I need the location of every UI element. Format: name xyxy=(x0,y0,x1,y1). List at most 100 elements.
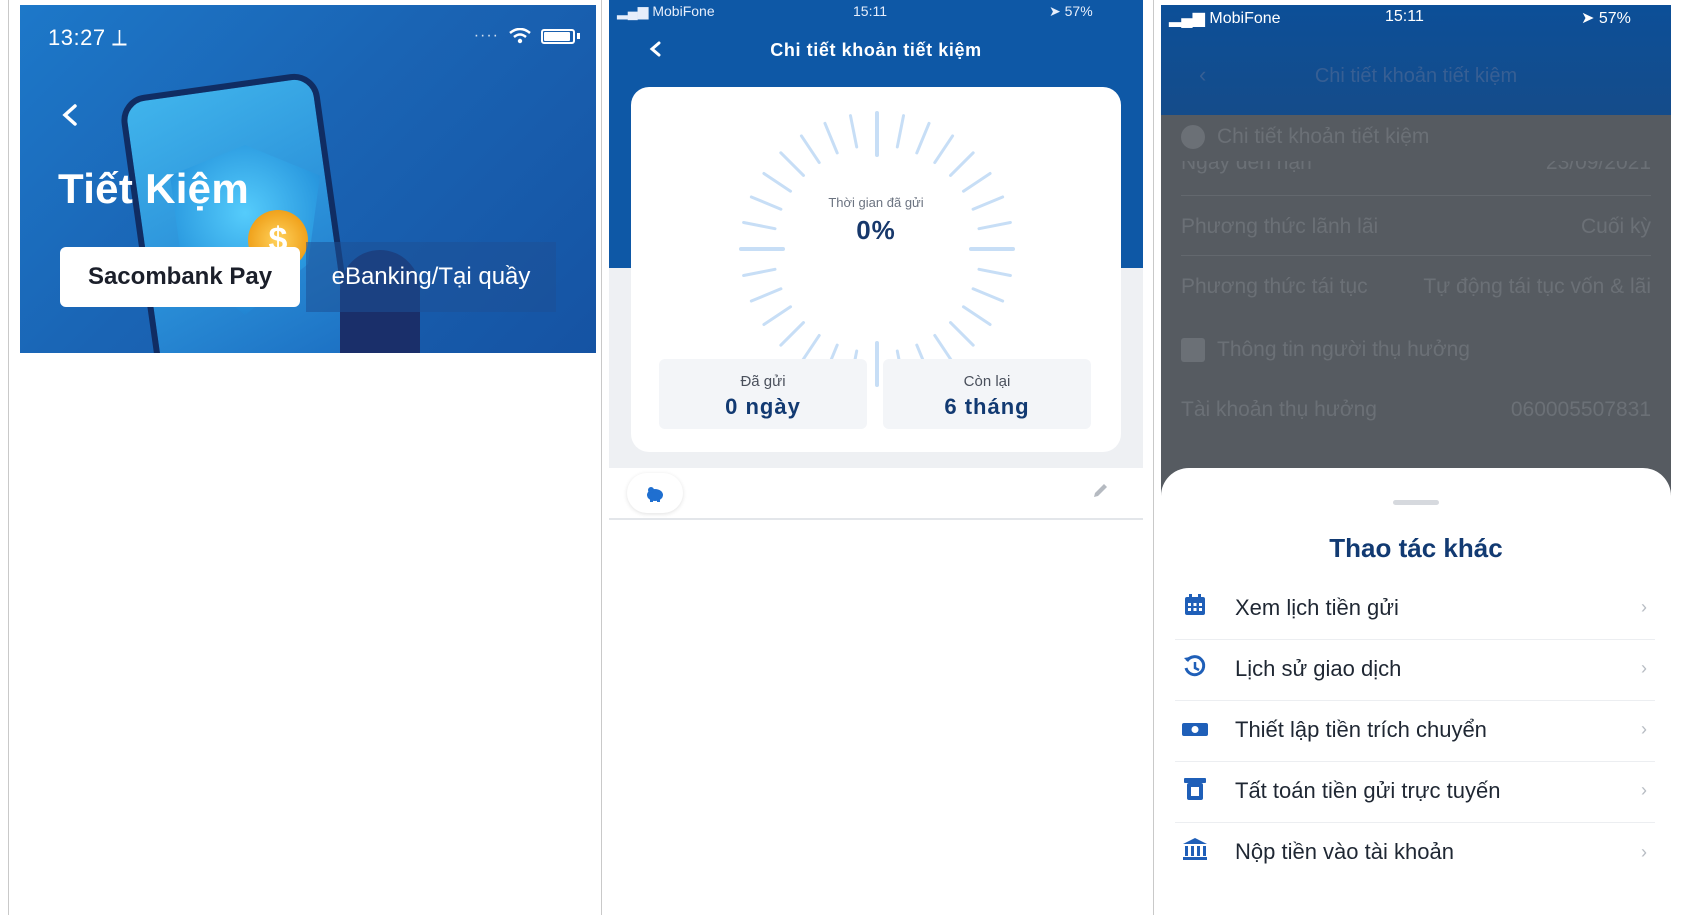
row-label: Tài khoản thụ hưởng xyxy=(1181,398,1377,421)
row-value: Tự động tái tục vốn & lãi xyxy=(1423,275,1651,298)
status-carrier: ▂▄▆ MobiFone xyxy=(617,3,715,20)
divider xyxy=(601,0,602,915)
menu-item-transfer-setup[interactable]: Thiết lập tiền trích chuyển › xyxy=(1175,698,1655,762)
money-transfer-icon xyxy=(1175,715,1215,745)
row-label: Ngày đến hạn xyxy=(1181,161,1312,174)
info-icon xyxy=(1181,125,1205,150)
progress-card: Thời gian đã gửi 0% Đã gửi 0 ngày Còn lạ… xyxy=(631,87,1121,452)
carrier-name: MobiFone xyxy=(652,3,715,19)
progress-tick xyxy=(961,171,992,193)
stat-value: 6 tháng xyxy=(944,394,1030,419)
menu-item-transaction-history[interactable]: Lịch sử giao dịch › xyxy=(1175,637,1655,701)
progress-tick xyxy=(762,171,793,193)
settle-deposit-icon xyxy=(1175,776,1215,806)
progress-tick xyxy=(779,321,805,347)
location-icon: ➤ xyxy=(1581,10,1595,27)
piggy-bank-icon xyxy=(647,487,663,503)
deposit-progress-ring xyxy=(739,111,1015,387)
signal-icon: ▂▄▆ xyxy=(617,3,649,19)
channel-tabs: Sacombank Pay eBanking/Tại quầy xyxy=(60,242,556,312)
stat-value: 0 ngày xyxy=(725,394,801,419)
menu-item-deposit-to-account[interactable]: Nộp tiền vào tài khoản › xyxy=(1175,820,1655,884)
battery-percent: 57% xyxy=(1598,10,1631,27)
id-card-icon xyxy=(1181,338,1205,363)
piggy-bank-button[interactable] xyxy=(627,473,683,513)
stat-label: Còn lại xyxy=(963,373,1011,390)
savings-detail-screen: ▂▄▆ MobiFone 15:11 ➤ 57% Chi tiết khoản … xyxy=(609,0,1143,915)
screen-title: Chi tiết khoản tiết kiệm xyxy=(1314,65,1518,87)
progress-tick xyxy=(895,114,906,149)
chevron-right-icon: › xyxy=(1641,780,1647,800)
divider xyxy=(1181,195,1651,196)
menu-label: Nộp tiền vào tài khoản xyxy=(1235,839,1454,864)
detail-row: Ngày đến hạn 23/09/2021 xyxy=(1181,161,1651,183)
row-label: Phương thức tái tục xyxy=(1181,275,1368,298)
status-time: 13:27 ⟂ xyxy=(48,25,128,50)
progress-tick xyxy=(977,267,1012,278)
stat-deposited: Đã gửi 0 ngày xyxy=(659,359,867,429)
signal-icon: ···· xyxy=(473,27,499,44)
row-value: 060005507831 xyxy=(1510,398,1651,421)
tab-sacombank-pay[interactable]: Sacombank Pay xyxy=(60,247,300,307)
chevron-right-icon: › xyxy=(1641,719,1647,739)
status-battery: ➤ 57% xyxy=(1581,8,1631,28)
savings-home-screen: 13:27 ⟂ ···· $ Tiết Kiệm Sacombank Pay e… xyxy=(20,5,596,353)
row-label: Chi tiết khoản tiết kiệm xyxy=(1217,125,1430,148)
screen-title: Chi tiết khoản tiết kiệm xyxy=(770,40,982,60)
sheet-title: Thao tác khác xyxy=(1329,533,1503,563)
account-bar xyxy=(609,468,1143,520)
row-value: 23/09/2021 xyxy=(1545,161,1651,174)
progress-tick xyxy=(823,121,839,155)
menu-label: Thiết lập tiền trích chuyển xyxy=(1235,716,1487,742)
more-actions-sheet: Thao tác khác Xem lịch tiền gửi › Lịch s… xyxy=(1161,468,1671,915)
battery-icon xyxy=(541,28,575,44)
menu-item-deposit-schedule[interactable]: Xem lịch tiền gửi › xyxy=(1175,576,1655,640)
history-icon xyxy=(1175,654,1215,684)
tab-ebanking-counter[interactable]: eBanking/Tại quầy xyxy=(306,242,556,312)
status-time: 15:11 xyxy=(853,3,887,19)
divider xyxy=(8,0,9,915)
progress-tick xyxy=(949,321,975,347)
status-indicators: ···· xyxy=(474,27,580,45)
battery-percent: 57% xyxy=(1064,3,1093,19)
back-button[interactable] xyxy=(62,100,78,134)
progress-tick xyxy=(762,305,793,327)
more-actions-screen: ▂▄▆ MobiFone 15:11 ➤ 57% ‹ Chi tiết khoả… xyxy=(1161,5,1671,915)
chevron-right-icon: › xyxy=(1641,841,1647,862)
status-time: 15:11 xyxy=(1385,8,1424,25)
progress-tick xyxy=(949,151,975,177)
chevron-right-icon: › xyxy=(1641,597,1647,617)
detail-row: Phương thức lãnh lãi Cuối kỳ xyxy=(1181,215,1651,239)
edit-button[interactable] xyxy=(1091,482,1109,505)
row-value: Cuối kỳ xyxy=(1580,215,1651,238)
progress-tick xyxy=(742,267,777,278)
menu-label: Tất toán tiền gửi trực tuyến xyxy=(1235,777,1501,803)
battery-cap xyxy=(577,33,580,39)
row-label: Thông tin người thụ hưởng xyxy=(1217,338,1470,361)
menu-label: Xem lịch tiền gửi xyxy=(1235,594,1399,620)
chevron-left-icon xyxy=(62,104,77,126)
stat-label: Đã gửi xyxy=(740,373,786,390)
menu-item-online-settlement[interactable]: Tất toán tiền gửi trực tuyến › xyxy=(1175,759,1655,823)
section-header: Thông tin người thụ hưởng xyxy=(1181,338,1651,363)
calendar-icon xyxy=(1175,593,1215,623)
wifi-icon xyxy=(509,28,531,44)
progress-tick xyxy=(749,287,783,303)
progress-tick xyxy=(971,287,1005,303)
carrier-name: MobiFone xyxy=(1209,10,1281,27)
location-icon: ➤ xyxy=(1049,3,1061,19)
progress-value: 0% xyxy=(856,215,896,245)
progress-tick xyxy=(799,134,821,165)
stat-remaining: Còn lại 6 tháng xyxy=(883,359,1091,429)
progress-tick xyxy=(933,134,955,165)
status-battery: ➤ 57% xyxy=(1049,3,1093,20)
pencil-icon xyxy=(1094,484,1107,497)
sheet-drag-handle[interactable] xyxy=(1393,500,1439,505)
divider xyxy=(1181,255,1651,256)
progress-tick xyxy=(779,151,805,177)
page-title: Tiết Kiệm xyxy=(58,165,249,212)
bank-icon xyxy=(1175,837,1215,867)
signal-icon: ▂▄▆ xyxy=(1169,10,1205,27)
menu-label: Lịch sử giao dịch xyxy=(1235,655,1402,681)
divider xyxy=(1153,0,1154,915)
